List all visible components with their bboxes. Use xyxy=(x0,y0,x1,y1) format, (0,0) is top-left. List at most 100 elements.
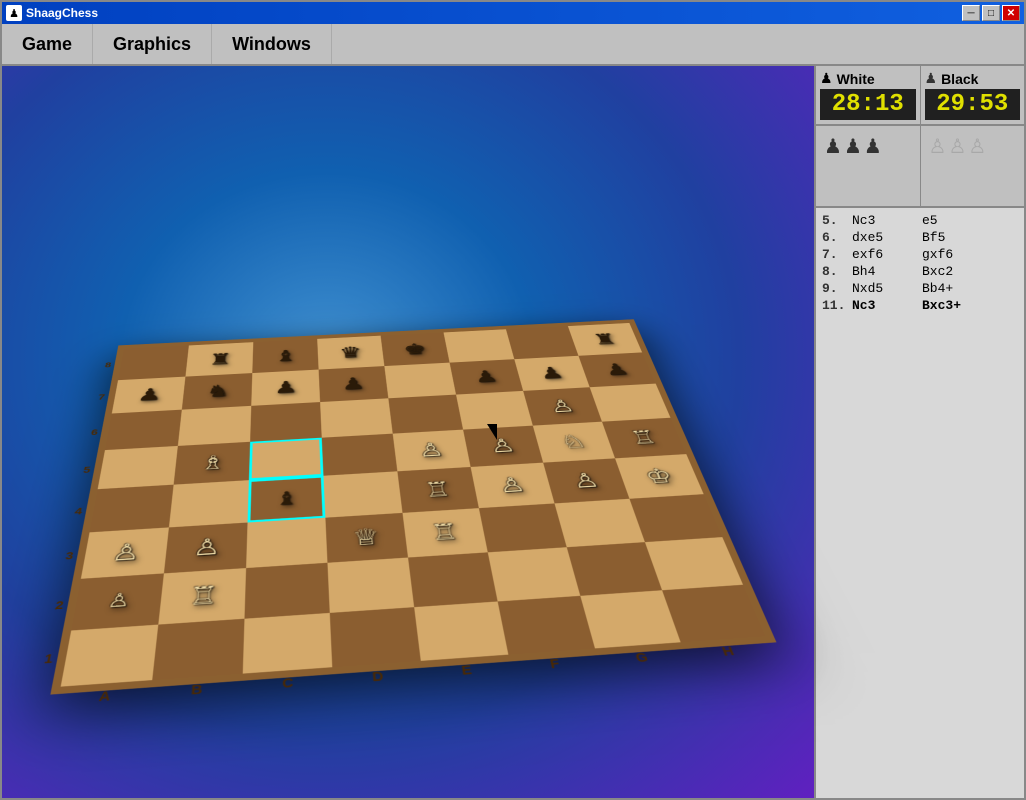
cell-b5[interactable]: ♗ xyxy=(174,442,251,485)
cell-a2[interactable]: ♙ xyxy=(71,573,164,630)
close-button[interactable]: ✕ xyxy=(1002,5,1020,21)
cell-f6[interactable] xyxy=(456,391,533,429)
captured-black-pawn-3: ♟ xyxy=(864,134,882,159)
cell-a6[interactable] xyxy=(105,410,182,450)
piece-white-rook-e4: ♖ xyxy=(397,467,478,513)
cell-e1[interactable] xyxy=(414,601,508,661)
cell-f3[interactable] xyxy=(479,503,567,552)
piece-white-pawn-a3: ♙ xyxy=(81,527,169,579)
cell-e4[interactable]: ♖ xyxy=(397,467,478,513)
menu-game[interactable]: Game xyxy=(2,24,93,64)
cell-g4[interactable]: ♙ xyxy=(543,458,629,503)
cell-e7[interactable] xyxy=(384,362,456,398)
captured-white-pawn-2: ♙ xyxy=(948,134,966,159)
cell-c2[interactable] xyxy=(245,563,330,619)
cell-h2[interactable] xyxy=(645,537,743,590)
chess-scene: 87654321 ABCDEFGH ♜ xyxy=(52,126,772,746)
white-king-icon: ♟ xyxy=(820,70,833,87)
cell-d8[interactable]: ♛ xyxy=(317,336,384,370)
cell-b8[interactable]: ♜ xyxy=(185,342,253,376)
cell-a5[interactable] xyxy=(98,446,178,490)
cell-c8[interactable]: ♝ xyxy=(252,339,318,373)
menu-graphics[interactable]: Graphics xyxy=(93,24,212,64)
cell-f2[interactable] xyxy=(488,547,580,601)
move-row: 8. Bh4 Bxc2 xyxy=(820,263,1020,280)
cell-d1[interactable] xyxy=(330,607,421,667)
cell-a3[interactable]: ♙ xyxy=(81,527,169,579)
cell-d5[interactable] xyxy=(322,433,398,475)
cell-h3[interactable] xyxy=(629,494,722,542)
piece-white-pawn-a2: ♙ xyxy=(71,573,164,630)
move-number: 11. xyxy=(822,298,852,313)
black-captured: ♙ ♙ ♙ xyxy=(921,126,1025,206)
move-history: 5. Nc3 e5 6. dxe5 Bf5 7. exf6 gxf6 8. Bh… xyxy=(816,208,1024,798)
menu-windows[interactable]: Windows xyxy=(212,24,332,64)
cell-g5[interactable]: ♘ xyxy=(533,421,615,462)
cell-f1[interactable] xyxy=(498,595,595,654)
cell-d7[interactable]: ♟ xyxy=(319,366,389,402)
minimize-button[interactable]: ─ xyxy=(962,5,980,21)
app-icon: ♟ xyxy=(6,5,22,21)
cell-e5[interactable]: ♙ xyxy=(393,429,471,471)
black-clock-header: ♟ Black xyxy=(925,70,1021,87)
cell-b6[interactable] xyxy=(178,406,251,446)
clock-area: ♟ White 28:13 ♟ Black 29:53 xyxy=(816,66,1024,126)
cell-h1[interactable] xyxy=(662,584,765,642)
move-white: Nc3 xyxy=(852,298,922,313)
cell-e2[interactable] xyxy=(408,552,498,606)
move-white: exf6 xyxy=(852,247,922,262)
cell-a4[interactable] xyxy=(90,485,174,532)
cell-f7[interactable]: ♟ xyxy=(450,359,524,395)
cell-b7[interactable]: ♞ xyxy=(182,373,252,410)
cell-c5[interactable] xyxy=(249,437,324,480)
white-time: 28:13 xyxy=(820,89,916,120)
maximize-button[interactable]: □ xyxy=(982,5,1000,21)
cell-d3[interactable]: ♕ xyxy=(325,513,408,563)
menu-bar: Game Graphics Windows xyxy=(2,24,1024,66)
piece-white-bishop-b5: ♗ xyxy=(174,442,251,485)
cell-g6[interactable]: ♙ xyxy=(523,387,602,425)
captured-area: ♟ ♟ ♟ ♙ ♙ ♙ xyxy=(816,126,1024,208)
move-row: 9. Nxd5 Bb4+ xyxy=(820,280,1020,297)
cell-f5[interactable]: ♙ xyxy=(463,425,543,467)
cell-b2[interactable]: ♖ xyxy=(158,568,246,624)
cell-a1[interactable] xyxy=(61,624,159,686)
cell-h7[interactable]: ♟ xyxy=(578,352,655,387)
cell-c7[interactable]: ♟ xyxy=(251,369,320,406)
piece-black-pawn-h7: ♟ xyxy=(578,352,655,387)
cell-h4[interactable]: ♔ xyxy=(615,454,704,498)
cell-c1[interactable] xyxy=(243,613,333,674)
cell-h5[interactable]: ♖ xyxy=(602,417,686,458)
cell-g7[interactable]: ♟ xyxy=(514,356,589,391)
black-king-icon: ♟ xyxy=(925,70,938,87)
cell-e3[interactable]: ♖ xyxy=(402,508,487,558)
move-number: 9. xyxy=(822,281,852,296)
move-row: 6. dxe5 Bf5 xyxy=(820,229,1020,246)
cell-a8[interactable] xyxy=(118,345,189,379)
cell-h8[interactable]: ♜ xyxy=(568,323,642,356)
move-white: Bh4 xyxy=(852,264,922,279)
piece-white-rook-b2: ♖ xyxy=(158,568,246,624)
cell-f4[interactable]: ♙ xyxy=(471,463,555,508)
move-white: Nc3 xyxy=(852,213,922,228)
piece-black-pawn-d7: ♟ xyxy=(319,366,389,402)
cell-b3[interactable]: ♙ xyxy=(164,522,248,573)
cell-b1[interactable] xyxy=(152,618,244,680)
cell-c6[interactable] xyxy=(250,402,322,441)
cell-b4[interactable] xyxy=(169,480,249,527)
cell-e8[interactable]: ♚ xyxy=(381,332,450,365)
piece-white-rook-h5: ♖ xyxy=(602,417,686,458)
captured-black-pawn-1: ♟ xyxy=(824,134,842,159)
white-captured: ♟ ♟ ♟ xyxy=(816,126,921,206)
cell-a7[interactable]: ♟ xyxy=(112,376,186,413)
cell-d6[interactable] xyxy=(320,398,393,437)
cell-d4[interactable] xyxy=(323,471,402,517)
cell-g8[interactable] xyxy=(506,326,578,359)
cell-d2[interactable] xyxy=(327,558,414,613)
chess-board[interactable]: 87654321 ABCDEFGH ♜ xyxy=(50,319,776,694)
cell-c4[interactable]: ♝ xyxy=(248,476,326,522)
cell-h6[interactable] xyxy=(590,384,671,422)
cell-f8[interactable] xyxy=(444,329,515,362)
cell-e6[interactable] xyxy=(388,395,463,434)
cell-c3[interactable] xyxy=(246,517,327,568)
